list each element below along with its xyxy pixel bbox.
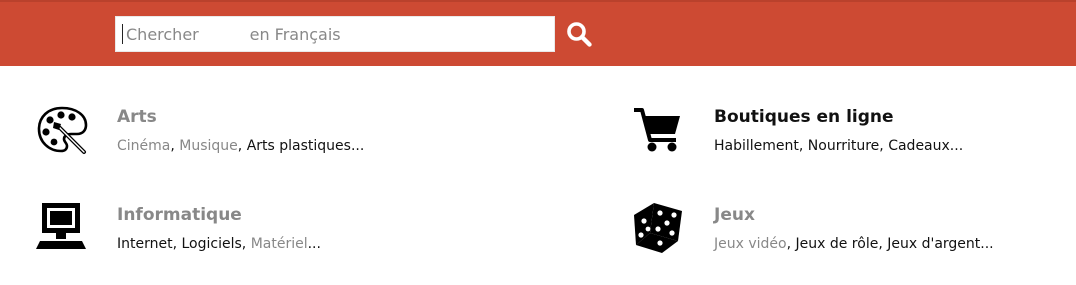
top-search-bar <box>0 0 1076 66</box>
topbar-edge <box>0 0 1076 2</box>
category-title-boutiques[interactable]: Boutiques en ligne <box>714 107 894 127</box>
palette-icon <box>34 102 90 158</box>
dice-icon <box>630 199 686 255</box>
search-input[interactable] <box>116 17 554 51</box>
ellipsis: ... <box>350 138 365 154</box>
link-jeux-video[interactable]: Jeux vidéo <box>714 236 787 252</box>
link-cadeaux[interactable]: Cadeaux <box>888 138 950 154</box>
category-links-arts: Cinéma, Musique, Arts plastiques... <box>117 138 364 154</box>
separator: , <box>237 138 247 154</box>
computer-icon <box>34 199 90 255</box>
link-internet[interactable]: Internet <box>117 236 173 252</box>
separator: , <box>241 236 251 252</box>
category-links-boutiques: Habillement, Nourriture, Cadeaux... <box>714 138 963 154</box>
category-title-informatique[interactable]: Informatique <box>117 205 242 225</box>
separator: , <box>172 236 182 252</box>
link-jeux-dargent[interactable]: Jeux d'argent <box>887 236 980 252</box>
link-logiciels[interactable]: Logiciels <box>182 236 242 252</box>
search-button[interactable] <box>562 17 596 51</box>
ellipsis: ... <box>980 236 994 252</box>
search-box[interactable] <box>115 16 555 52</box>
link-habillement[interactable]: Habillement <box>714 138 799 154</box>
separator: , <box>786 236 796 252</box>
link-arts-plastiques[interactable]: Arts plastiques <box>247 138 351 154</box>
category-links-informatique: Internet, Logiciels, Matériel... <box>117 236 321 252</box>
category-title-jeux[interactable]: Jeux <box>714 205 755 225</box>
ellipsis: ... <box>307 236 321 252</box>
category-title-arts[interactable]: Arts <box>117 107 157 127</box>
link-musique[interactable]: Musique <box>179 138 238 154</box>
separator: , <box>879 138 889 154</box>
separator: , <box>798 138 808 154</box>
link-nourriture[interactable]: Nourriture <box>808 138 880 154</box>
ellipsis: ... <box>949 138 964 154</box>
category-links-jeux: Jeux vidéo, Jeux de rôle, Jeux d'argent.… <box>714 236 994 252</box>
link-jeux-de-role[interactable]: Jeux de rôle <box>796 236 879 252</box>
link-cinema[interactable]: Cinéma <box>117 138 170 154</box>
search-icon <box>567 22 592 47</box>
text-cursor <box>122 24 123 44</box>
link-materiel[interactable]: Matériel <box>251 236 308 252</box>
separator: , <box>878 236 888 252</box>
separator: , <box>170 138 180 154</box>
shopping-cart-icon <box>630 102 686 158</box>
